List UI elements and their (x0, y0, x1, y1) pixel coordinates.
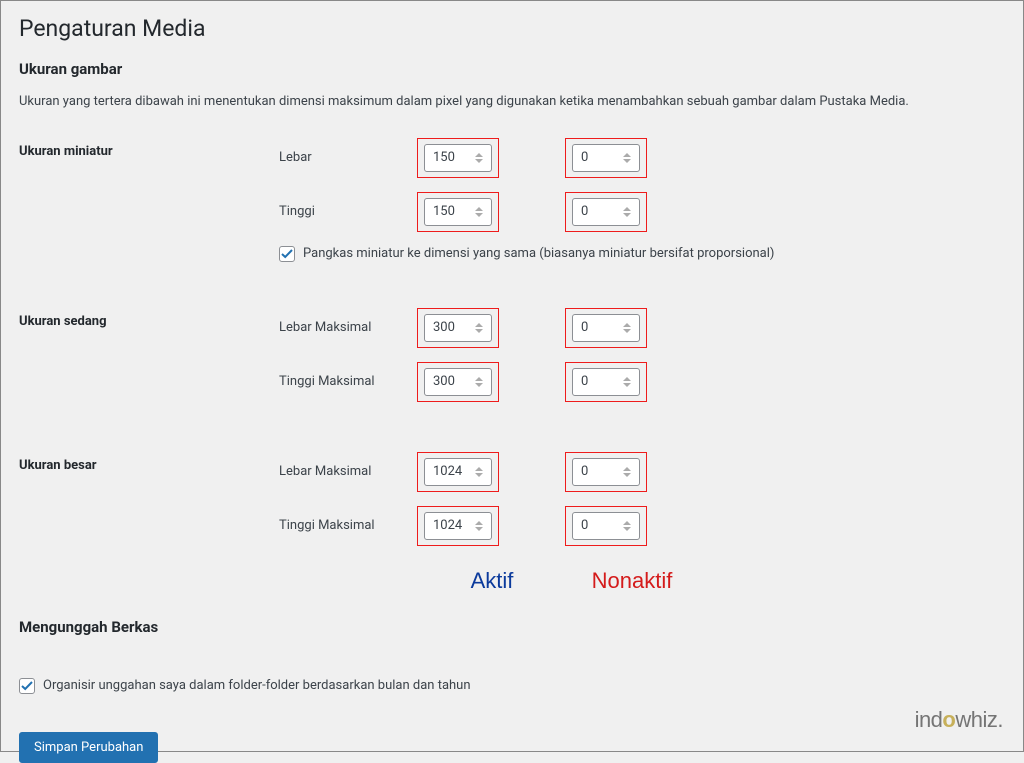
organize-uploads-checkbox[interactable] (19, 678, 35, 694)
spinner-icon[interactable] (623, 201, 637, 223)
organize-uploads-label: Organisir unggahan saya dalam folder-fol… (43, 678, 471, 693)
watermark-part2: whiz. (955, 707, 1003, 732)
image-sizes-heading: Ukuran gambar (19, 60, 1005, 78)
input-value: 1024 (433, 518, 462, 533)
medium-row: Ukuran sedang Lebar Maksimal 300 0 (19, 308, 1005, 416)
medium-label: Ukuran sedang (19, 308, 279, 329)
medium-height-inactive-input[interactable]: 0 (572, 368, 640, 396)
watermark-o: o (942, 707, 955, 732)
media-settings-page: Pengaturan Media Ukuran gambar Ukuran ya… (0, 0, 1024, 752)
input-value: 0 (581, 464, 588, 479)
input-value: 1024 (433, 464, 462, 479)
thumbnail-width-input[interactable]: 150 (424, 144, 492, 172)
image-sizes-description: Ukuran yang tertera dibawah ini menentuk… (19, 92, 1005, 112)
inactive-highlight: 0 (565, 308, 647, 348)
large-width-line: Lebar Maksimal 1024 0 (279, 452, 1005, 492)
inactive-highlight: 0 (565, 506, 647, 546)
large-height-label: Tinggi Maksimal (279, 518, 417, 533)
thumbnail-width-inactive-input[interactable]: 0 (572, 144, 640, 172)
large-row: Ukuran besar Lebar Maksimal 1024 0 (19, 452, 1005, 560)
thumbnail-height-line: Tinggi 150 0 (279, 192, 1005, 232)
thumbnail-crop-line: Pangkas miniatur ke dimensi yang sama (b… (279, 246, 1005, 262)
large-width-input[interactable]: 1024 (424, 458, 492, 486)
spinner-icon[interactable] (475, 317, 489, 339)
page-title: Pengaturan Media (19, 15, 1005, 42)
spinner-icon[interactable] (623, 147, 637, 169)
medium-fields: Lebar Maksimal 300 0 Tinggi Maksimal (279, 308, 1005, 416)
input-value: 300 (433, 374, 455, 389)
inactive-highlight: 0 (565, 362, 647, 402)
large-height-input[interactable]: 1024 (424, 512, 492, 540)
input-value: 150 (433, 204, 455, 219)
input-value: 0 (581, 150, 588, 165)
active-highlight: 300 (417, 308, 499, 348)
medium-width-input[interactable]: 300 (424, 314, 492, 342)
spinner-icon[interactable] (475, 147, 489, 169)
thumbnail-label: Ukuran miniatur (19, 138, 279, 159)
organize-uploads-line: Organisir unggahan saya dalam folder-fol… (19, 678, 1005, 694)
active-highlight: 1024 (417, 506, 499, 546)
thumbnail-width-line: Lebar 150 0 (279, 138, 1005, 178)
input-value: 0 (581, 374, 588, 389)
check-icon (281, 248, 293, 260)
thumbnail-fields: Lebar 150 0 Tinggi (279, 138, 1005, 272)
annotation-inactive: Nonaktif (567, 568, 697, 594)
medium-height-line: Tinggi Maksimal 300 0 (279, 362, 1005, 402)
thumbnail-height-inactive-input[interactable]: 0 (572, 198, 640, 226)
input-value: 0 (581, 320, 588, 335)
medium-height-label: Tinggi Maksimal (279, 374, 417, 389)
input-value: 0 (581, 204, 588, 219)
spinner-icon[interactable] (475, 515, 489, 537)
input-value: 300 (433, 320, 455, 335)
active-highlight: 150 (417, 138, 499, 178)
spinner-icon[interactable] (623, 317, 637, 339)
thumbnail-crop-checkbox[interactable] (279, 246, 295, 262)
spinner-icon[interactable] (475, 201, 489, 223)
save-button[interactable]: Simpan Perubahan (19, 732, 158, 763)
medium-height-input[interactable]: 300 (424, 368, 492, 396)
thumbnail-row: Ukuran miniatur Lebar 150 0 (19, 138, 1005, 272)
thumbnail-width-label: Lebar (279, 150, 417, 165)
large-height-inactive-input[interactable]: 0 (572, 512, 640, 540)
active-highlight: 1024 (417, 452, 499, 492)
thumbnail-height-input[interactable]: 150 (424, 198, 492, 226)
medium-width-line: Lebar Maksimal 300 0 (279, 308, 1005, 348)
active-highlight: 300 (417, 362, 499, 402)
thumbnail-crop-label: Pangkas miniatur ke dimensi yang sama (b… (303, 246, 774, 261)
large-fields: Lebar Maksimal 1024 0 Tinggi Maksimal (279, 452, 1005, 560)
inactive-highlight: 0 (565, 192, 647, 232)
annotation-row: Aktif Nonaktif (19, 568, 1005, 594)
spinner-icon[interactable] (623, 461, 637, 483)
input-value: 150 (433, 150, 455, 165)
input-value: 0 (581, 518, 588, 533)
spinner-icon[interactable] (623, 371, 637, 393)
thumbnail-height-label: Tinggi (279, 204, 417, 219)
active-highlight: 150 (417, 192, 499, 232)
annotation-active: Aktif (417, 568, 567, 594)
spinner-icon[interactable] (623, 515, 637, 537)
watermark-part1: ind (915, 707, 943, 732)
large-width-inactive-input[interactable]: 0 (572, 458, 640, 486)
inactive-highlight: 0 (565, 452, 647, 492)
watermark: indowhiz. (915, 707, 1003, 733)
large-height-line: Tinggi Maksimal 1024 0 (279, 506, 1005, 546)
medium-width-label: Lebar Maksimal (279, 320, 417, 335)
inactive-highlight: 0 (565, 138, 647, 178)
uploading-heading: Mengunggah Berkas (19, 618, 1005, 636)
medium-width-inactive-input[interactable]: 0 (572, 314, 640, 342)
check-icon (21, 680, 33, 692)
spinner-icon[interactable] (475, 371, 489, 393)
large-width-label: Lebar Maksimal (279, 464, 417, 479)
spinner-icon[interactable] (475, 461, 489, 483)
large-label: Ukuran besar (19, 452, 279, 473)
